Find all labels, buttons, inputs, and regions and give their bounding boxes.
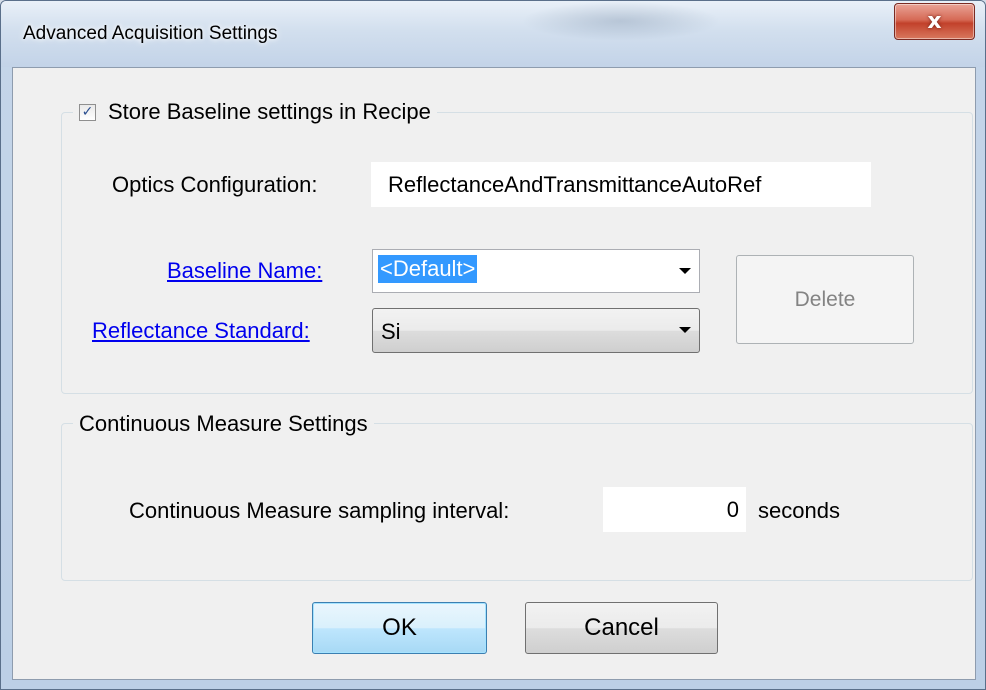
- optics-configuration-value: ReflectanceAndTransmittanceAutoRef: [388, 171, 762, 197]
- cancel-button[interactable]: Cancel: [525, 602, 718, 654]
- sampling-interval-value[interactable]: 0: [727, 497, 739, 523]
- checkmark-icon: ✓: [81, 104, 94, 120]
- cancel-button-label: Cancel: [584, 614, 659, 641]
- delete-button[interactable]: Delete: [736, 255, 914, 344]
- reflectance-standard-dropdown[interactable]: Si: [372, 308, 700, 353]
- baseline-name-link[interactable]: Baseline Name:: [167, 258, 322, 284]
- baseline-group-header: ✓ Store Baseline settings in Recipe: [73, 96, 437, 128]
- window-title: Advanced Acquisition Settings: [23, 23, 278, 44]
- chevron-down-icon[interactable]: [679, 327, 691, 333]
- ok-button[interactable]: OK: [312, 602, 487, 654]
- sampling-interval-input[interactable]: 0: [603, 487, 746, 532]
- optics-configuration-label: Optics Configuration:: [112, 172, 318, 197]
- dialog-client-area: ✓ Store Baseline settings in Recipe Opti…: [12, 67, 976, 680]
- close-button[interactable]: x: [894, 3, 975, 40]
- optics-configuration-field: ReflectanceAndTransmittanceAutoRef: [371, 162, 871, 207]
- store-baseline-checkbox[interactable]: ✓: [79, 103, 96, 121]
- reflectance-standard-link[interactable]: Reflectance Standard:: [92, 318, 310, 344]
- continuous-measure-title: Continuous Measure Settings: [79, 411, 368, 436]
- close-icon: x: [927, 9, 942, 34]
- reflectance-standard-value: Si: [381, 319, 401, 344]
- chevron-down-icon[interactable]: [679, 268, 691, 274]
- title-bar-glass: [521, 1, 721, 41]
- store-baseline-label[interactable]: Store Baseline settings in Recipe: [108, 99, 431, 125]
- baseline-name-value[interactable]: <Default>: [378, 255, 478, 283]
- ok-button-label: OK: [382, 614, 417, 641]
- title-bar[interactable]: Advanced Acquisition Settings x: [1, 1, 985, 67]
- baseline-name-combobox[interactable]: <Default>: [372, 249, 700, 293]
- delete-button-label: Delete: [794, 287, 856, 311]
- continuous-measure-group-header: Continuous Measure Settings: [73, 408, 374, 440]
- sampling-interval-label: Continuous Measure sampling interval:: [129, 498, 510, 523]
- dialog-window: Advanced Acquisition Settings x ✓ Store …: [0, 0, 986, 690]
- sampling-interval-unit: seconds: [758, 498, 840, 523]
